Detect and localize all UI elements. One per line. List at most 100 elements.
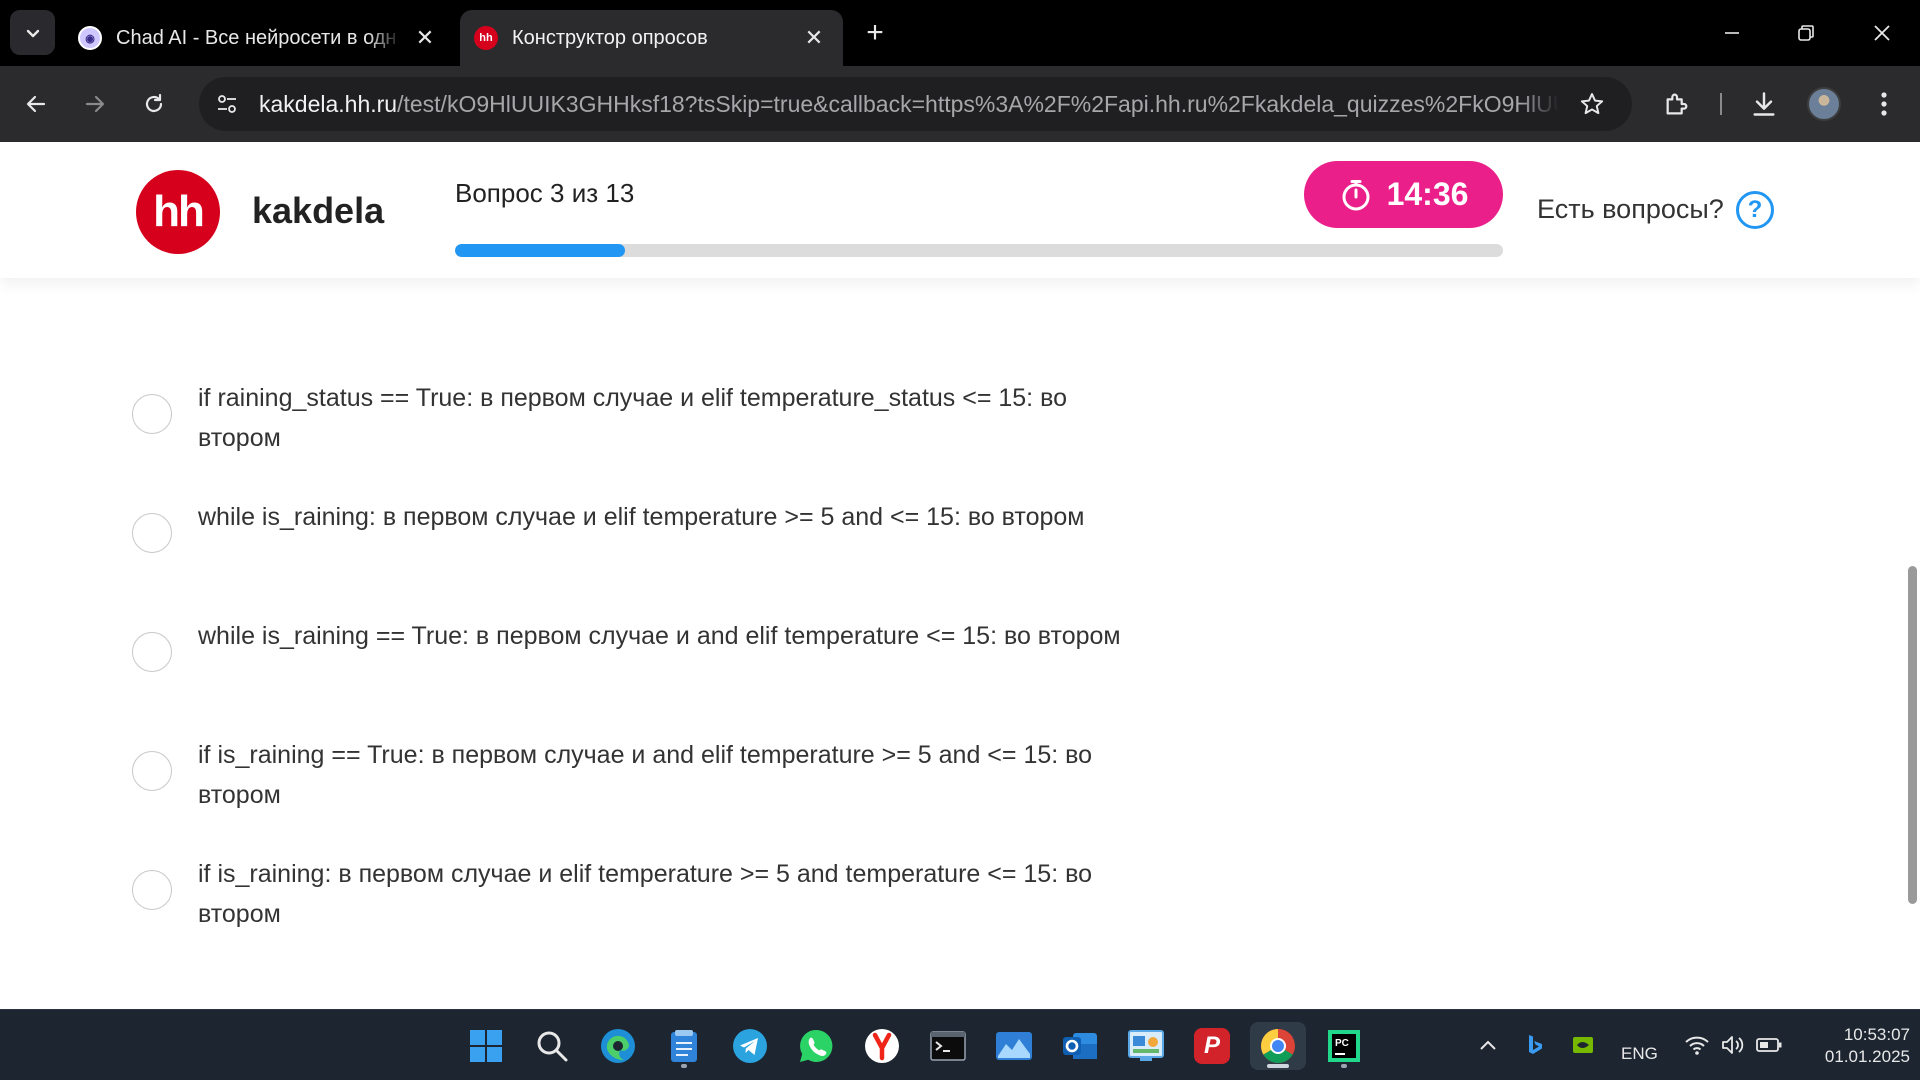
pycharm-icon: PC bbox=[1328, 1030, 1360, 1062]
nvidia-tray-icon[interactable] bbox=[1570, 1032, 1596, 1058]
taskbar-chrome[interactable] bbox=[1250, 1022, 1306, 1070]
answer-option-3[interactable]: while is_raining == True: в первом случа… bbox=[132, 616, 1128, 672]
close-icon[interactable]: ✕ bbox=[410, 23, 440, 53]
taskbar-search-button[interactable] bbox=[528, 1022, 576, 1070]
restore-button[interactable] bbox=[1778, 8, 1834, 58]
taskbar-yandex-browser[interactable] bbox=[858, 1022, 906, 1070]
hh-logo[interactable]: hh bbox=[136, 170, 220, 254]
new-tab-button[interactable]: + bbox=[857, 15, 893, 51]
windows-taskbar: P PC ENG 10:53:07 01.01.2025 bbox=[0, 1009, 1920, 1080]
chrome-icon bbox=[1261, 1029, 1295, 1063]
progress-fill bbox=[455, 244, 626, 257]
show-hidden-icons-button[interactable] bbox=[1476, 1032, 1500, 1058]
search-icon bbox=[537, 1031, 568, 1062]
answer-option-label: while is_raining: в первом случае и elif… bbox=[198, 503, 1085, 531]
tab-chad-ai[interactable]: ◉ Chad AI - Все нейросети в одн ✕ bbox=[64, 10, 454, 66]
answer-option-label: while is_raining == True: в первом случа… bbox=[198, 622, 1121, 650]
control-panel-icon bbox=[1128, 1030, 1164, 1061]
minimize-icon bbox=[1725, 32, 1739, 34]
radio-button[interactable] bbox=[132, 870, 172, 910]
brand-name[interactable]: kakdela bbox=[252, 190, 384, 232]
tab-search-button[interactable] bbox=[10, 10, 55, 55]
taskbar-edge[interactable] bbox=[594, 1022, 642, 1070]
downloads-button[interactable] bbox=[1743, 83, 1785, 125]
reload-icon bbox=[145, 93, 163, 113]
psiphon-icon: P bbox=[1194, 1028, 1230, 1064]
battery-icon bbox=[1756, 1038, 1782, 1052]
back-button[interactable] bbox=[14, 82, 58, 126]
taskbar-whatsapp[interactable] bbox=[792, 1022, 840, 1070]
help-link[interactable]: Есть вопросы? bbox=[1537, 194, 1724, 225]
running-indicator bbox=[1267, 1064, 1289, 1068]
close-window-button[interactable] bbox=[1854, 8, 1910, 58]
radio-button[interactable] bbox=[132, 513, 172, 553]
address-bar[interactable]: kakdela.hh.ru/test/kO9HlUUIK3GHHksf18?ts… bbox=[199, 77, 1632, 131]
reload-button[interactable] bbox=[132, 82, 176, 126]
bookmark-button[interactable] bbox=[1574, 86, 1610, 122]
running-indicator bbox=[1341, 1064, 1347, 1068]
stopwatch-icon bbox=[1342, 179, 1370, 210]
radio-button[interactable] bbox=[132, 632, 172, 672]
hh-favicon-icon: hh bbox=[474, 26, 498, 50]
taskbar-photos[interactable] bbox=[990, 1022, 1038, 1070]
taskbar-telegram[interactable] bbox=[726, 1022, 774, 1070]
url-path: /test/kO9HlUUIK3GHHksf18?tsSkip=true&cal… bbox=[397, 90, 1559, 117]
wifi-tray-icon[interactable] bbox=[1682, 1032, 1712, 1058]
taskbar-pycharm[interactable]: PC bbox=[1320, 1022, 1368, 1070]
running-indicator bbox=[681, 1064, 687, 1068]
more-vertical-icon bbox=[1881, 92, 1887, 116]
extensions-button[interactable] bbox=[1656, 83, 1698, 125]
arrow-right-icon bbox=[85, 95, 105, 113]
battery-tray-icon[interactable] bbox=[1754, 1032, 1784, 1058]
speaker-icon bbox=[1722, 1036, 1744, 1054]
close-icon[interactable]: ✕ bbox=[799, 23, 829, 53]
answer-option-2[interactable]: while is_raining: в первом случае и elif… bbox=[132, 497, 1128, 553]
chevron-up-icon bbox=[1480, 1040, 1496, 1050]
language-indicator[interactable]: ENG bbox=[1621, 1044, 1658, 1064]
telegram-icon bbox=[733, 1029, 767, 1063]
taskbar-outlook[interactable] bbox=[1056, 1022, 1104, 1070]
answer-option-label: if raining_status == True: в первом случ… bbox=[198, 384, 1067, 452]
progress-bar bbox=[455, 244, 1503, 257]
site-header: hh kakdela Вопрос 3 из 13 14:36 Есть воп… bbox=[0, 142, 1920, 278]
restore-icon bbox=[1798, 25, 1814, 41]
question-circle-icon[interactable]: ? bbox=[1736, 191, 1774, 229]
bing-tray-icon[interactable] bbox=[1522, 1032, 1548, 1058]
radio-button[interactable] bbox=[132, 394, 172, 434]
star-icon bbox=[1580, 93, 1604, 115]
browser-menu-button[interactable] bbox=[1863, 83, 1905, 125]
volume-tray-icon[interactable] bbox=[1718, 1032, 1748, 1058]
browser-toolbar: kakdela.hh.ru/test/kO9HlUUIK3GHHksf18?ts… bbox=[0, 66, 1920, 142]
whatsapp-icon bbox=[800, 1029, 833, 1062]
taskbar-control-panel[interactable] bbox=[1122, 1022, 1170, 1070]
url-text[interactable]: kakdela.hh.ru/test/kO9HlUUIK3GHHksf18?ts… bbox=[259, 91, 1559, 118]
minimize-button[interactable] bbox=[1704, 8, 1760, 58]
chevron-down-icon bbox=[26, 29, 39, 37]
tab-title: Chad AI - Все нейросети в одн bbox=[116, 26, 397, 49]
timer-value: 14:36 bbox=[1386, 176, 1469, 212]
svg-text:PC: PC bbox=[1335, 1038, 1349, 1049]
answer-option-5[interactable]: if is_raining: в первом случае и elif te… bbox=[132, 854, 1128, 934]
site-info-button[interactable] bbox=[205, 84, 249, 124]
answer-option-1[interactable]: if raining_status == True: в первом случ… bbox=[132, 378, 1128, 458]
taskbar-terminal[interactable] bbox=[924, 1022, 972, 1070]
forward-button[interactable] bbox=[73, 82, 117, 126]
start-button[interactable] bbox=[462, 1022, 510, 1070]
edge-icon bbox=[601, 1029, 635, 1063]
tab-survey-builder[interactable]: hh Конструктор опросов ✕ bbox=[460, 10, 843, 66]
arrow-left-icon bbox=[26, 95, 46, 113]
scrollbar-thumb[interactable] bbox=[1908, 566, 1917, 904]
tab-title: Конструктор опросов bbox=[512, 26, 708, 49]
taskbar-notepad[interactable] bbox=[660, 1022, 708, 1070]
radio-button[interactable] bbox=[132, 751, 172, 791]
taskbar-psiphon[interactable]: P bbox=[1188, 1022, 1236, 1070]
clock-date: 01.01.2025 bbox=[1824, 1047, 1910, 1066]
download-icon bbox=[1753, 92, 1775, 116]
bing-icon bbox=[1529, 1035, 1542, 1054]
outlook-icon bbox=[1063, 1033, 1097, 1059]
profile-avatar[interactable] bbox=[1807, 87, 1841, 121]
url-host: kakdela.hh.ru bbox=[259, 90, 398, 117]
answer-option-4[interactable]: if is_raining == True: в первом случае и… bbox=[132, 735, 1128, 815]
system-clock[interactable]: 10:53:07 01.01.2025 bbox=[1800, 1024, 1910, 1068]
clock-time: 10:53:07 bbox=[1843, 1025, 1910, 1044]
